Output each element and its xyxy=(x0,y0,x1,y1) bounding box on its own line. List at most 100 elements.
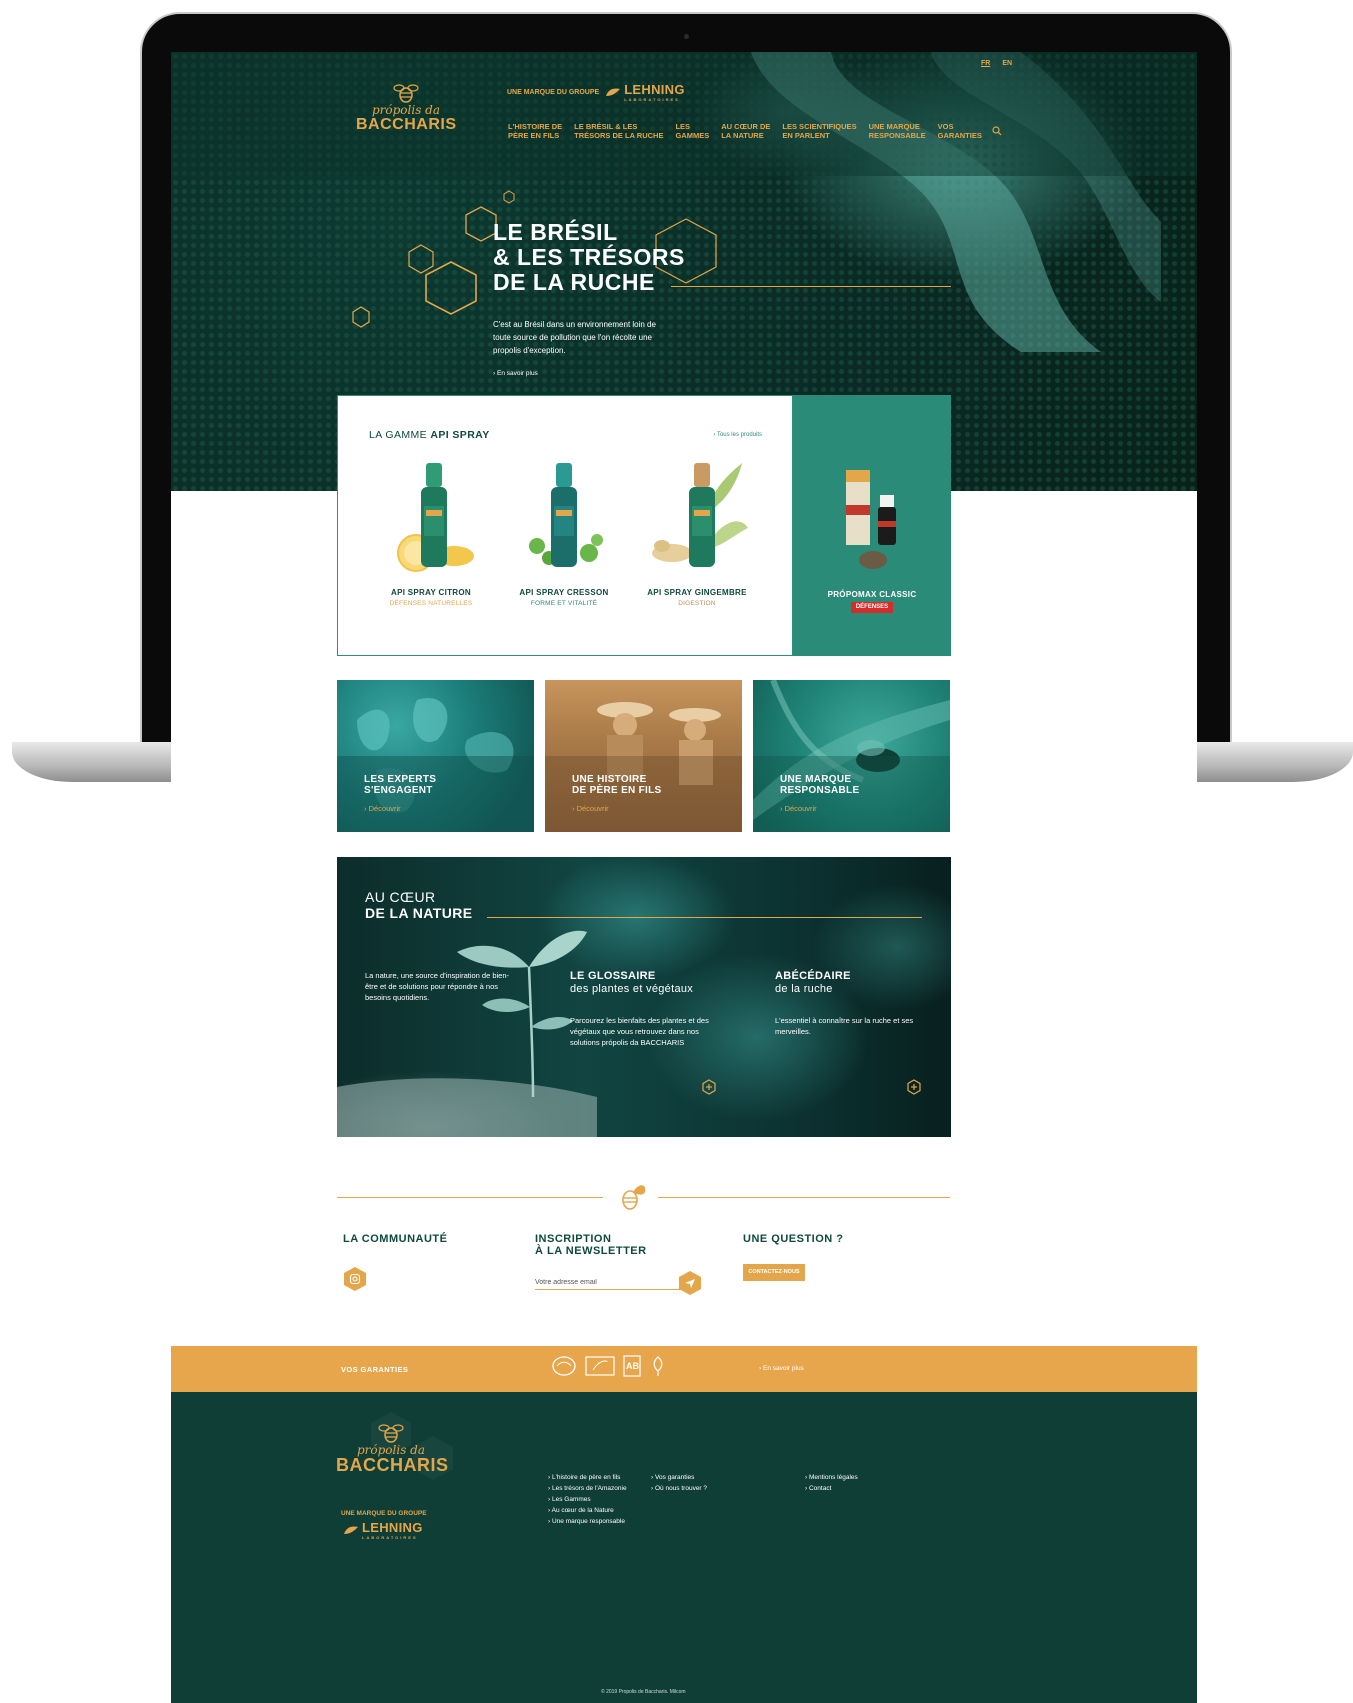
send-icon[interactable] xyxy=(678,1270,702,1296)
guarantees-band: VOS GARANTIES AB › En savoir plus xyxy=(171,1346,1197,1392)
lang-fr[interactable]: FR xyxy=(981,60,990,67)
footer-lehning-sub: LABORATOIRES xyxy=(362,1535,418,1540)
footer-lehning-name: LEHNING xyxy=(362,1520,423,1535)
glossary-subtitle: des plantes et végétaux xyxy=(570,983,694,995)
search-icon[interactable] xyxy=(992,126,1002,136)
featured-product-name: PRÓPOMAX CLASSIC xyxy=(827,590,917,599)
community-divider-left xyxy=(337,1197,603,1198)
footer-link-label: Contact xyxy=(808,1485,832,1492)
leaf-certification-icon xyxy=(653,1356,663,1376)
footer-link-label: Les Gammes xyxy=(551,1496,591,1503)
abecedaire-plus-icon[interactable] xyxy=(906,1079,922,1095)
footer-link-label: Les trésors de l'Amazonie xyxy=(551,1485,627,1492)
glossary-plus-icon[interactable] xyxy=(701,1079,717,1095)
footer-link-label: Une marque responsable xyxy=(551,1518,625,1525)
logo-script-text: própolis da xyxy=(371,103,441,117)
hero-text: C'est au Brésil dans un environnement lo… xyxy=(493,320,656,355)
bee-logo-icon xyxy=(393,84,419,103)
lehning-name: LEHNING xyxy=(624,82,685,97)
guarantees-more-label: En savoir plus xyxy=(762,1365,804,1372)
abecedaire-title[interactable]: ABÉCÉDAIRE de la ruche xyxy=(775,970,851,996)
footer-link[interactable]: › Au cœur de la Nature xyxy=(548,1505,627,1516)
tile-histoire-link-label: Découvrir xyxy=(576,804,609,813)
lehning-logo[interactable]: LEHNING LABORATOIRES xyxy=(605,82,685,102)
hero-divider xyxy=(671,286,951,287)
tile-experts-link-label: Découvrir xyxy=(368,804,401,813)
ecocert-icon xyxy=(552,1356,576,1376)
tile-histoire[interactable]: UNE HISTOIRE DE PÈRE EN FILS › Découvrir xyxy=(545,680,742,832)
footer-lehning-leaf-icon xyxy=(344,1526,358,1534)
nav-scientifiques[interactable]: LES SCIENTIFIQUES EN PARLENT xyxy=(782,122,856,140)
product-card-cresson[interactable]: API SPRAY CRESSON FORME ET VITALITÉ xyxy=(499,458,629,607)
guarantees-more-link[interactable]: › En savoir plus xyxy=(759,1365,804,1372)
question-title: UNE QUESTION ? xyxy=(743,1233,844,1245)
tile-responsable[interactable]: UNE MARQUE RESPONSABLE › Découvrir xyxy=(753,680,950,832)
footer-link[interactable]: › Mentions légales xyxy=(805,1472,858,1483)
contact-button[interactable]: CONTACTEZ-NOUS xyxy=(743,1264,805,1281)
tile-experts[interactable]: LES EXPERTS S'ENGAGENT › Découvrir xyxy=(337,680,534,832)
footer-link[interactable]: › L'histoire de père en fils xyxy=(548,1472,627,1483)
nature-title: AU CŒUR DE LA NATURE xyxy=(365,889,472,921)
footer-links-legal: › Mentions légales › Contact xyxy=(805,1472,858,1494)
tile-experts-label: LES EXPERTS S'ENGAGENT xyxy=(364,774,437,796)
footer-group-label: UNE MARQUE DU GROUPE xyxy=(341,1510,427,1517)
product-category: FORME ET VITALITÉ xyxy=(530,600,598,607)
footer-link[interactable]: › Contact xyxy=(805,1483,858,1494)
tile-responsable-link[interactable]: › Découvrir xyxy=(780,804,817,813)
language-switcher: FR EN xyxy=(981,60,1012,67)
site-logo[interactable]: própolis da BACCHARIS xyxy=(356,82,456,134)
footer-link[interactable]: › Les trésors de l'Amazonie xyxy=(548,1483,627,1494)
tile-histoire-label: UNE HISTOIRE DE PÈRE EN FILS xyxy=(572,774,662,796)
footer-link[interactable]: › Vos garanties xyxy=(651,1472,707,1483)
nav-gammes[interactable]: LES GAMMES xyxy=(675,122,709,140)
product-card-gingembre[interactable]: API SPRAY GINGEMBRE DIGESTION xyxy=(632,458,762,607)
nature-title-bold: DE LA NATURE xyxy=(365,905,473,921)
cresson-bottle-image xyxy=(529,463,603,567)
product-name: API SPRAY CRESSON xyxy=(519,588,609,597)
glossary-title[interactable]: LE GLOSSAIRE des plantes et végétaux xyxy=(570,970,693,996)
featured-product-badge: DÉFENSES xyxy=(851,602,893,613)
eu-organic-icon xyxy=(585,1356,615,1376)
abecedaire-text: L'essentiel à connaître sur la ruche et … xyxy=(775,1016,914,1036)
newsletter-title: INSCRIPTION À LA NEWSLETTER xyxy=(535,1233,647,1257)
product-range-title: LA GAMME API SPRAY xyxy=(369,429,490,441)
nav-garanties[interactable]: VOS GARANTIES xyxy=(938,122,982,140)
certification-logos: AB xyxy=(551,1355,667,1377)
product-category: DIGESTION xyxy=(678,600,716,607)
footer-link-label: Où nous trouver ? xyxy=(654,1485,708,1492)
nav-histoire[interactable]: L'HISTOIRE DE PÈRE EN FILS xyxy=(508,122,562,140)
product-name: API SPRAY CITRON xyxy=(391,588,471,597)
hero-more-label: En savoir plus xyxy=(496,370,538,377)
hero-title: LE BRÉSIL & LES TRÉSORS DE LA RUCHE xyxy=(493,219,685,295)
copyright: © 2019 Propolis de Baccharis. Milcom xyxy=(601,1689,686,1695)
nav-bresil[interactable]: LE BRÉSIL & LES TRÉSORS DE LA RUCHE xyxy=(574,122,663,140)
product-name: API SPRAY GINGEMBRE xyxy=(647,588,747,597)
nav-nature[interactable]: AU CŒUR DE LA NATURE xyxy=(721,122,770,140)
nature-section: AU CŒUR DE LA NATURE La nature, une sour… xyxy=(337,857,951,1137)
website-page: FR EN própolis da BACCHARIS UNE MARQUE D… xyxy=(171,52,1197,1703)
all-products-link[interactable]: › Tous les produits xyxy=(713,432,762,438)
glossary-title-bold: LE GLOSSAIRE xyxy=(570,970,656,982)
lang-en[interactable]: EN xyxy=(1002,60,1012,67)
lehning-leaf-icon xyxy=(606,88,621,96)
instagram-icon[interactable] xyxy=(343,1266,367,1292)
glossary-text: Parcourez les bienfaits des plantes et d… xyxy=(570,1016,709,1047)
guarantees-title: VOS GARANTIES xyxy=(341,1365,409,1374)
product-range-card: LA GAMME API SPRAY › Tous les produits A… xyxy=(337,395,793,656)
product-card-citron[interactable]: API SPRAY CITRON DÉFENSES NATURELLES xyxy=(366,458,496,607)
footer-link[interactable]: › Une marque responsable xyxy=(548,1516,627,1527)
hero-more-link[interactable]: › En savoir plus xyxy=(493,370,538,377)
footer-link[interactable]: › Les Gammes xyxy=(548,1494,627,1505)
footer-lehning-logo[interactable]: LEHNING LABORATOIRES xyxy=(343,1520,423,1540)
featured-product-card[interactable]: PRÓPOMAX CLASSIC DÉFENSES xyxy=(793,395,951,656)
footer-logo[interactable]: própolis da BACCHARIS xyxy=(336,1422,448,1476)
nav-responsable[interactable]: UNE MARQUE RESPONSABLE xyxy=(869,122,926,140)
footer-link[interactable]: › Où nous trouver ? xyxy=(651,1483,707,1494)
product-range-title-bold: API SPRAY xyxy=(430,429,490,441)
footer-link-label: L'histoire de père en fils xyxy=(551,1474,621,1481)
tile-experts-link[interactable]: › Découvrir xyxy=(364,804,401,813)
tile-histoire-link[interactable]: › Découvrir xyxy=(572,804,609,813)
footer: própolis da BACCHARIS UNE MARQUE DU GROU… xyxy=(171,1392,1197,1703)
newsletter-email-input[interactable] xyxy=(535,1276,681,1290)
footer-link-label: Au cœur de la Nature xyxy=(551,1507,614,1514)
